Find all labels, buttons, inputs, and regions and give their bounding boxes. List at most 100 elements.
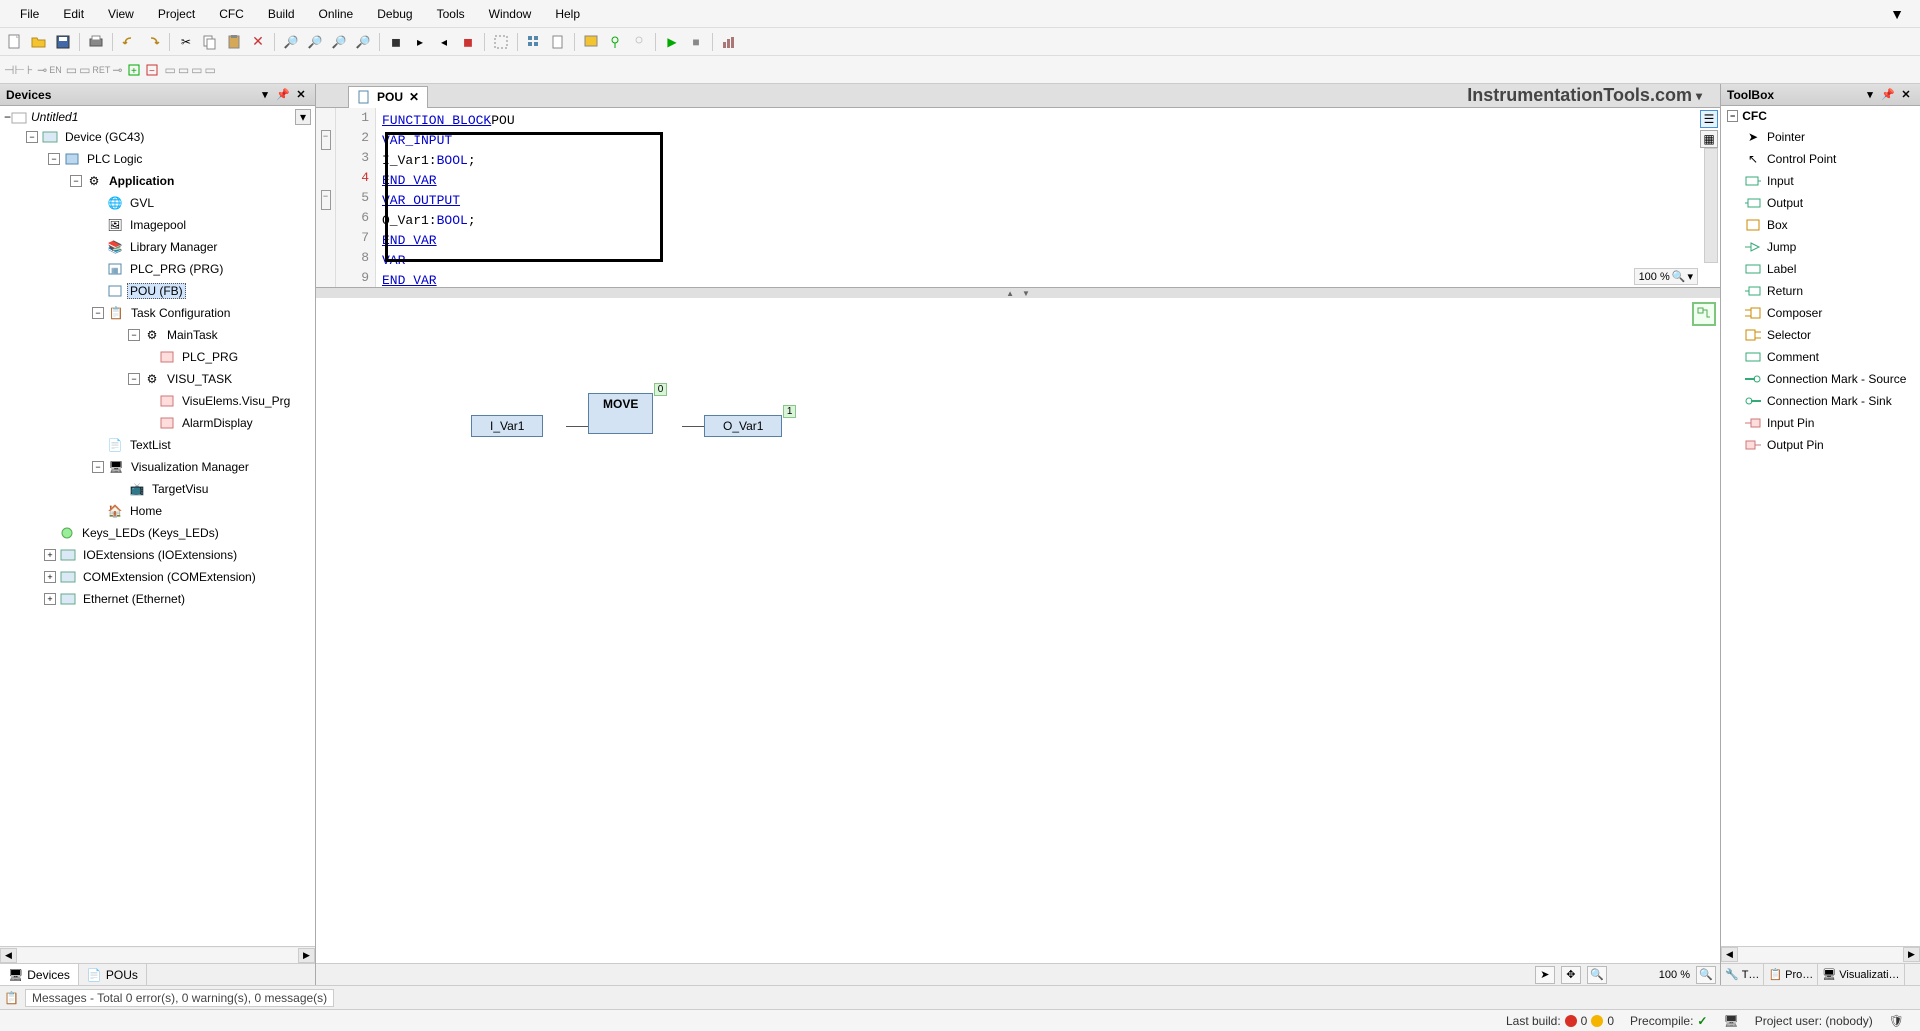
zoom-dropdown-icon[interactable]: ▾ [1687,270,1693,283]
tool2-10[interactable]: ▭ [178,63,189,77]
scroll-left-icon[interactable]: ◀ [1721,947,1738,962]
toolbox-comment[interactable]: Comment [1721,346,1920,368]
code-vscrollbar[interactable] [1704,148,1718,263]
toolbox-control-point[interactable]: ↖Control Point [1721,148,1920,170]
login-icon[interactable] [604,31,626,53]
tree-plcprg-task[interactable]: PLC_PRG [0,346,315,368]
toggle-icon[interactable]: − [1727,110,1738,122]
find-next-icon[interactable]: 🔎 [304,31,326,53]
tree-maintask[interactable]: −⚙MainTask [0,324,315,346]
menu-online[interactable]: Online [307,3,366,25]
toolbox-jump[interactable]: Jump [1721,236,1920,258]
tree-project[interactable]: − Untitled1 ▾ [0,108,315,126]
toggle-icon[interactable]: + [44,549,56,561]
tool2-add[interactable]: + [126,62,142,78]
view-list-icon[interactable]: ☰ [1700,110,1718,128]
cfc-output-block[interactable]: 1 O_Var1 [704,415,782,437]
menu-debug[interactable]: Debug [365,3,424,25]
tree-vismanager[interactable]: −🖥Visualization Manager [0,456,315,478]
open-icon[interactable] [28,31,50,53]
panel-close-icon[interactable]: ✕ [1898,87,1914,103]
logout-icon[interactable] [628,31,650,53]
bookmark-prev-icon[interactable]: ◂ [433,31,455,53]
toolbox-output[interactable]: Output [1721,192,1920,214]
save-icon[interactable] [52,31,74,53]
bookmark-next-icon[interactable]: ▸ [409,31,431,53]
menu-view[interactable]: View [96,3,146,25]
device-tree[interactable]: − Untitled1 ▾ − Device (GC43) − PLC Logi… [0,106,315,946]
panel-pin-icon[interactable]: 📌 [275,87,291,103]
tree-plc-logic[interactable]: − PLC Logic [0,148,315,170]
bookmark-clear-icon[interactable]: ◼ [457,31,479,53]
tool2-remove[interactable]: − [144,62,160,78]
toggle-icon[interactable]: − [128,329,140,341]
tree-library[interactable]: 📚Library Manager [0,236,315,258]
redo-icon[interactable] [142,31,164,53]
tree-task-config[interactable]: −📋Task Configuration [0,302,315,324]
cfc-diagram[interactable]: I_Var1 0 MOVE 1 O_Var1 [316,298,1720,963]
zoom-tool-icon[interactable]: 🔍 [1587,966,1607,984]
status-runtime-icon[interactable]: 🖥 [1715,1014,1746,1028]
toolbox-conn-source[interactable]: Connection Mark - Source [1721,368,1920,390]
tool2-11[interactable]: ▭ [191,63,202,77]
menu-tools[interactable]: Tools [425,3,477,25]
tree-ethernet[interactable]: +Ethernet (Ethernet) [0,588,315,610]
zoom-fit-icon[interactable]: 🔍 [1696,966,1716,984]
right-tab-vis[interactable]: 🖥Visualizati… [1818,964,1904,985]
fold-icon[interactable]: − [321,130,331,150]
delete-icon[interactable]: ✕ [247,31,269,53]
toggle-icon[interactable]: + [44,571,56,583]
toolbox-scrollbar[interactable]: ◀ ▶ [1721,946,1920,963]
toggle-icon[interactable]: − [92,461,104,473]
tree-home[interactable]: 🏠Home [0,500,315,522]
right-tab-t[interactable]: 🔧T… [1721,964,1764,985]
messages-text[interactable]: Messages - Total 0 error(s), 0 warning(s… [25,989,334,1007]
toolbox-pointer[interactable]: ➤Pointer [1721,126,1920,148]
tree-plc-prg[interactable]: ▦PLC_PRG (PRG) [0,258,315,280]
select-icon[interactable] [490,31,512,53]
tool2-1[interactable]: ⊣⊢ [4,63,25,77]
toggle-icon[interactable]: − [128,373,140,385]
scroll-left-icon[interactable]: ◀ [0,948,17,963]
menu-help[interactable]: Help [543,3,592,25]
toolbox-input[interactable]: Input [1721,170,1920,192]
panel-dropdown-icon[interactable]: ▾ [1862,87,1878,103]
menu-edit[interactable]: Edit [51,3,96,25]
right-tab-pro[interactable]: 📋Pro… [1764,964,1818,985]
menu-cfc[interactable]: CFC [207,3,256,25]
tree-comext[interactable]: +COMExtension (COMExtension) [0,566,315,588]
status-shield-icon[interactable]: 🛡 [1881,1014,1912,1028]
tool2-7[interactable]: RET [92,65,110,75]
toggle-icon[interactable]: + [44,593,56,605]
tab-devices[interactable]: 🖥Devices [0,964,79,985]
find-icon[interactable]: 🔎 [280,31,302,53]
tree-application[interactable]: − ⚙ Application [0,170,315,192]
diagram-mode-icon[interactable] [1692,302,1716,326]
tree-targetvisu[interactable]: 📺TargetVisu [0,478,315,500]
tree-textlist[interactable]: 📄TextList [0,434,315,456]
tab-close-icon[interactable]: ✕ [409,90,419,104]
menu-build[interactable]: Build [256,3,307,25]
tree-visutask[interactable]: −⚙VISU_TASK [0,368,315,390]
filter-icon[interactable]: ▼ [1882,6,1912,22]
tool2-12[interactable]: ▭ [205,63,216,77]
toggle-icon[interactable]: − [26,131,38,143]
tool2-2[interactable]: ⊦ [27,63,33,77]
new-icon[interactable] [4,31,26,53]
fold-gutter[interactable]: − − [316,108,336,287]
panel-dropdown-icon[interactable]: ▾ [257,87,273,103]
toggle-icon[interactable]: − [92,307,104,319]
scroll-right-icon[interactable]: ▶ [1903,947,1920,962]
toolbox-box[interactable]: Box [1721,214,1920,236]
fold-icon[interactable]: − [321,190,331,210]
menu-window[interactable]: Window [477,3,544,25]
stop-icon[interactable]: ■ [685,31,707,53]
bookmark-icon[interactable]: ◼ [385,31,407,53]
zoom-icon[interactable]: 🔍 [1672,270,1686,283]
pointer-tool-icon[interactable]: ➤ [1535,966,1555,984]
cut-icon[interactable]: ✂ [175,31,197,53]
tool2-6[interactable]: ▭ [79,63,90,77]
paste-icon[interactable] [223,31,245,53]
toggle-icon[interactable]: − [4,110,11,124]
menu-file[interactable]: File [8,3,51,25]
